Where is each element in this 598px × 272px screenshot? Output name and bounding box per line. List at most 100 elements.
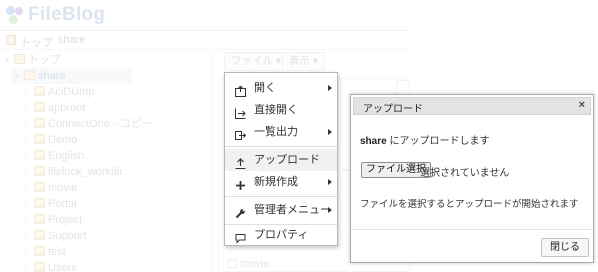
tree-item[interactable]: ▷ English xyxy=(22,148,84,164)
menu-item-upload[interactable]: アップロード xyxy=(225,149,337,171)
expand-arrow-icon[interactable]: ▷ xyxy=(22,101,32,117)
tree-item[interactable]: ▷ Support xyxy=(22,228,87,244)
submenu-arrow-icon xyxy=(328,85,332,91)
tree-item-label: AclDUmp xyxy=(48,86,95,98)
menu-item-label: アップロード xyxy=(254,154,320,166)
dialog-header: アップロード × xyxy=(353,97,591,115)
breadcrumb-current[interactable]: share xyxy=(58,34,86,46)
app-header: FileBlog xyxy=(0,0,410,30)
folder-icon xyxy=(34,118,45,128)
tree-item[interactable]: ▷ test xyxy=(22,244,66,260)
tree-item[interactable]: ▷ ConnectOne - コピー xyxy=(22,116,153,132)
tree-item-label: movie xyxy=(48,182,78,194)
expand-arrow-icon[interactable]: ▼ xyxy=(12,69,22,85)
submenu-arrow-icon xyxy=(328,207,332,213)
expand-arrow-icon[interactable]: ▷ xyxy=(22,213,32,229)
tree-item[interactable]: ▷ Users xyxy=(22,260,77,272)
target-folder-name: share xyxy=(360,136,387,147)
brand-name: FileBlog xyxy=(28,4,106,25)
tree-item[interactable]: ▷ filelock_workdir xyxy=(22,164,123,180)
menu-item-label: 新規作成 xyxy=(254,176,298,188)
upload-dialog: アップロード × share にアップロードします ファイル選択 選択されていま… xyxy=(350,94,594,263)
direct-open-icon xyxy=(235,105,246,119)
tree-item[interactable]: ▷ AclDUmp xyxy=(22,84,94,100)
tree-item-label: Portal xyxy=(48,198,77,210)
folder-icon xyxy=(34,262,45,272)
close-button[interactable]: 閉じる xyxy=(541,238,589,257)
expand-arrow-icon[interactable]: ▷ xyxy=(22,245,32,261)
expand-arrow-icon[interactable]: ▷ xyxy=(22,261,32,272)
breadcrumb-separator: › xyxy=(46,34,50,46)
menu-item-label: プロパティ xyxy=(254,229,309,241)
tree-item[interactable]: ▷ movie xyxy=(22,180,77,196)
file-menu-button[interactable]: ファイル ▾ xyxy=(224,52,289,71)
table-row-label[interactable]: movie xyxy=(240,258,269,270)
fileblog-logo-icon xyxy=(4,4,26,26)
file-selection-status: 選択されていません xyxy=(420,168,510,179)
menu-item-admin[interactable]: 管理者メニュー xyxy=(225,199,337,221)
tree-item-label: Support xyxy=(48,230,87,242)
open-icon xyxy=(235,83,246,97)
tree-item-label: ConnectOne - コピー xyxy=(48,118,153,130)
expand-arrow-icon[interactable]: ▷ xyxy=(22,165,32,181)
submenu-arrow-icon xyxy=(328,129,332,135)
close-icon[interactable]: × xyxy=(579,99,585,111)
tree-item-label: English xyxy=(48,150,85,162)
tree-item[interactable]: ▷ Project xyxy=(22,212,82,228)
tree-item[interactable]: ▷ approot xyxy=(22,100,85,116)
folder-icon xyxy=(14,54,25,64)
menu-item-new[interactable]: 新規作成 xyxy=(225,171,337,193)
folder-icon xyxy=(34,86,45,96)
target-suffix: にアップロードします xyxy=(386,136,490,147)
tree-item[interactable]: ▷ Demo xyxy=(22,132,77,148)
menu-item-export-list[interactable]: 一覧出力 xyxy=(225,121,337,143)
tree-item-label: Users xyxy=(48,262,77,272)
expand-arrow-icon[interactable]: ▷ xyxy=(22,181,32,197)
expand-arrow-icon[interactable]: ▷ xyxy=(22,149,32,165)
folder-icon xyxy=(6,35,16,45)
expand-arrow-icon[interactable]: ▼ xyxy=(2,53,12,69)
file-dropdown-menu: 開く 直接開く 一覧出力 アップロード 新規作成 管理者メニュー プロパティ xyxy=(224,72,338,246)
wrench-icon xyxy=(235,205,246,219)
upload-icon xyxy=(235,155,246,169)
menu-item-label: 直接開く xyxy=(254,104,298,116)
tree-item[interactable]: ▷ Portal xyxy=(22,196,77,212)
upload-instructions: ファイルを選択するとアップロードが開始されます xyxy=(360,199,579,210)
view-menu-button[interactable]: 表示 ▾ xyxy=(282,52,326,71)
tree-item-label: filelock_workdir xyxy=(48,166,124,178)
dialog-title: アップロード xyxy=(363,104,423,115)
menu-item-open[interactable]: 開く xyxy=(225,77,337,99)
expand-arrow-icon[interactable]: ▷ xyxy=(22,197,32,213)
expand-arrow-icon[interactable]: ▷ xyxy=(22,85,32,101)
menu-item-properties[interactable]: プロパティ xyxy=(225,224,337,246)
dialog-footer-divider xyxy=(351,229,593,230)
properties-icon xyxy=(235,230,246,244)
tree-item-label: approot xyxy=(48,102,86,114)
upload-target-text: share にアップロードします xyxy=(360,132,489,147)
tree-item-share[interactable]: ▼ share xyxy=(12,68,132,84)
menu-divider xyxy=(225,196,337,197)
folder-icon xyxy=(34,182,45,192)
tree-item-label: test xyxy=(48,246,66,258)
folder-icon xyxy=(34,246,45,256)
folder-icon xyxy=(24,70,35,80)
folder-icon xyxy=(34,230,45,240)
folder-icon xyxy=(34,102,45,112)
row-checkbox[interactable] xyxy=(228,259,237,268)
folder-icon xyxy=(34,134,45,144)
menu-item-direct-open[interactable]: 直接開く xyxy=(225,99,337,121)
expand-arrow-icon[interactable]: ▷ xyxy=(22,229,32,245)
folder-tree: ▼ トップ ▼ share ▷ AclDUmp ▷ approot ▷ ConnectOne … xyxy=(0,52,212,272)
tree-item-label: Demo xyxy=(48,134,78,146)
submenu-arrow-icon xyxy=(328,179,332,185)
folder-icon xyxy=(34,166,45,176)
tree-item-label: share xyxy=(38,70,66,82)
file-browser-background: FileBlog トップ › share ▼ トップ ▼ share ▷ AclDUm… xyxy=(0,0,410,272)
folder-icon xyxy=(34,198,45,208)
expand-arrow-icon[interactable]: ▷ xyxy=(22,133,32,149)
expand-arrow-icon[interactable]: ▷ xyxy=(22,117,32,133)
menu-divider xyxy=(225,146,337,147)
folder-icon xyxy=(34,150,45,160)
tree-item-root[interactable]: ▼ トップ xyxy=(2,52,61,68)
export-icon xyxy=(235,127,247,140)
